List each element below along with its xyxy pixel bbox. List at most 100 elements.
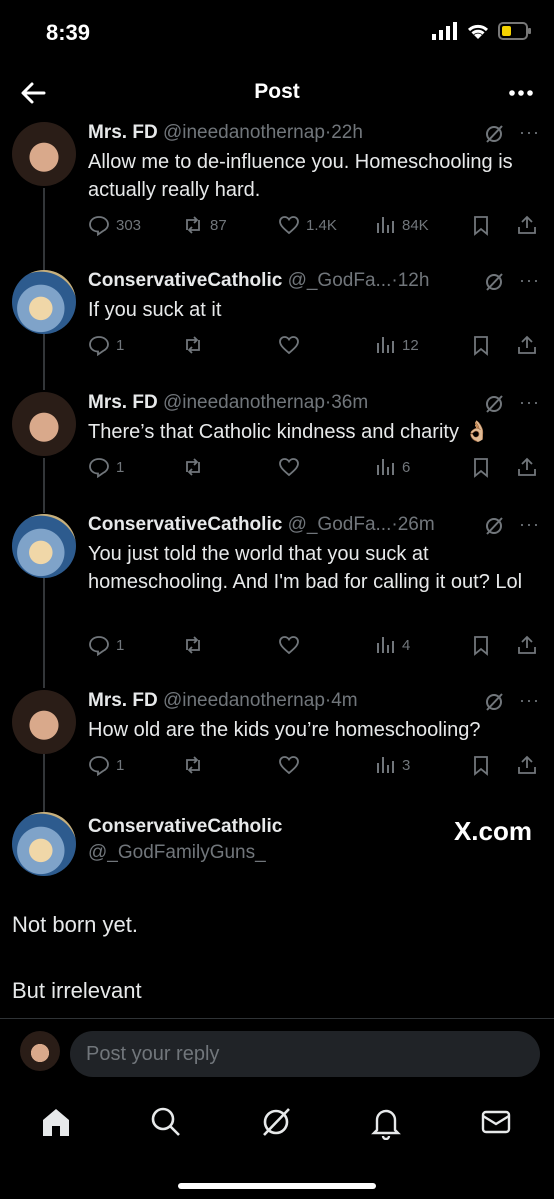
reply-count: 1 bbox=[116, 756, 125, 774]
views-button[interactable]: 3 bbox=[374, 754, 410, 776]
display-name[interactable]: ConservativeCatholic bbox=[88, 270, 282, 291]
share-icon bbox=[518, 755, 536, 774]
timestamp[interactable]: 12h bbox=[398, 270, 430, 291]
heart-icon bbox=[279, 458, 299, 477]
share-button[interactable] bbox=[516, 334, 538, 356]
display-name[interactable]: ConservativeCatholic bbox=[88, 816, 282, 838]
reply-count: 303 bbox=[116, 216, 142, 234]
tweet[interactable]: Mrs. FD @ineedanothernap·22h ··· Allow m… bbox=[0, 118, 554, 258]
bookmark-icon bbox=[474, 636, 488, 656]
timestamp[interactable]: 36m bbox=[331, 392, 368, 413]
tweet-text: If you suck at it bbox=[88, 299, 222, 321]
bookmark-button[interactable] bbox=[470, 634, 492, 656]
avatar[interactable] bbox=[12, 690, 76, 754]
views-button[interactable]: 84K bbox=[374, 214, 429, 236]
tweet-more-icon[interactable]: ··· bbox=[519, 514, 540, 535]
bookmark-button[interactable] bbox=[470, 754, 492, 776]
tweet-more-icon[interactable]: ··· bbox=[519, 690, 540, 711]
tweet-meta: Mrs. FD @ineedanothernap·22h bbox=[88, 122, 363, 144]
tweet-more-icon[interactable]: ··· bbox=[519, 392, 540, 413]
tweet-more-icon[interactable]: ··· bbox=[519, 270, 540, 291]
tweet-text-line: But irrelevant bbox=[12, 978, 142, 1003]
like-button[interactable] bbox=[278, 634, 300, 656]
handle[interactable]: @_GodFa... bbox=[288, 514, 392, 535]
grok-icon[interactable] bbox=[484, 516, 504, 536]
repost-button[interactable] bbox=[182, 634, 204, 656]
reply-button[interactable]: 1 bbox=[88, 334, 124, 356]
tweet-actions: 1 3 bbox=[88, 754, 538, 780]
display-name[interactable]: Mrs. FD bbox=[88, 122, 158, 143]
bookmark-button[interactable] bbox=[470, 456, 492, 478]
handle[interactable]: @ineedanothernap bbox=[163, 122, 325, 143]
tweet[interactable]: ConservativeCatholic @_GodFa...·26m ··· … bbox=[0, 510, 554, 680]
repost-button[interactable] bbox=[182, 456, 204, 478]
messages-icon[interactable] bbox=[478, 1104, 514, 1140]
reply-input[interactable]: Post your reply bbox=[70, 1031, 540, 1077]
notifications-icon[interactable] bbox=[368, 1104, 404, 1140]
views-button[interactable]: 12 bbox=[374, 334, 419, 356]
tweet[interactable]: Mrs. FD @ineedanothernap·36m ··· There’s… bbox=[0, 388, 554, 498]
home-icon[interactable] bbox=[38, 1104, 74, 1140]
repost-button[interactable]: 87 bbox=[182, 214, 227, 236]
grok-icon[interactable] bbox=[484, 394, 504, 414]
reply-button[interactable]: 1 bbox=[88, 754, 124, 776]
tweet-meta: ConservativeCatholic @_GodFa...·12h bbox=[88, 270, 429, 292]
avatar[interactable] bbox=[12, 270, 76, 334]
timestamp[interactable]: 26m bbox=[398, 514, 435, 535]
tweet-more-icon[interactable]: ··· bbox=[519, 122, 540, 143]
share-icon bbox=[518, 335, 536, 354]
tweet[interactable]: ConservativeCatholic @_GodFa...·12h ··· … bbox=[0, 266, 554, 376]
like-button[interactable] bbox=[278, 456, 300, 478]
handle[interactable]: @_GodFa... bbox=[288, 270, 392, 291]
reply-icon bbox=[89, 458, 109, 478]
like-button[interactable] bbox=[278, 754, 300, 776]
avatar[interactable] bbox=[12, 812, 76, 876]
repost-button[interactable] bbox=[182, 754, 204, 776]
share-button[interactable] bbox=[516, 634, 538, 656]
reply-button[interactable]: 303 bbox=[88, 214, 141, 236]
share-button[interactable] bbox=[516, 754, 538, 776]
timestamp[interactable]: 4m bbox=[331, 690, 357, 711]
views-icon bbox=[377, 337, 394, 353]
grok-icon[interactable] bbox=[484, 692, 504, 712]
reply-count: 1 bbox=[116, 458, 125, 476]
grok-icon[interactable] bbox=[484, 124, 504, 144]
share-button[interactable] bbox=[516, 214, 538, 236]
tweet[interactable]: Mrs. FD @ineedanothernap·4m ··· How old … bbox=[0, 686, 554, 796]
bookmark-button[interactable] bbox=[470, 214, 492, 236]
views-icon bbox=[377, 757, 394, 773]
views-button[interactable]: 6 bbox=[374, 456, 410, 478]
reply-button[interactable]: 1 bbox=[88, 634, 124, 656]
views-button[interactable]: 4 bbox=[374, 634, 410, 656]
reply-icon bbox=[89, 756, 109, 776]
tweet-text: You just told the world that you suck at… bbox=[88, 543, 523, 593]
reply-button[interactable]: 1 bbox=[88, 456, 124, 478]
views-count: 84K bbox=[402, 216, 429, 234]
tweet-text-line: Not born yet. bbox=[12, 912, 138, 937]
repost-button[interactable] bbox=[182, 334, 204, 356]
avatar[interactable] bbox=[12, 122, 76, 186]
avatar[interactable] bbox=[12, 392, 76, 456]
handle[interactable]: @ineedanothernap bbox=[163, 392, 325, 413]
display-name[interactable]: ConservativeCatholic bbox=[88, 514, 282, 535]
handle[interactable]: @ineedanothernap bbox=[163, 690, 325, 711]
like-button[interactable]: 1.4K bbox=[278, 214, 337, 236]
x-watermark: X.com bbox=[453, 816, 532, 846]
search-icon[interactable] bbox=[148, 1104, 184, 1140]
ok-hand-emoji: 👌🏼 bbox=[464, 421, 490, 443]
share-button[interactable] bbox=[516, 456, 538, 478]
handle[interactable]: @_GodFamilyGuns_ bbox=[88, 842, 282, 864]
bookmark-button[interactable] bbox=[470, 334, 492, 356]
reply-icon bbox=[89, 216, 109, 236]
grok-icon[interactable] bbox=[258, 1104, 294, 1140]
tweet-actions: 1 4 bbox=[88, 634, 538, 660]
repost-count: 87 bbox=[210, 216, 227, 234]
like-button[interactable] bbox=[278, 334, 300, 356]
more-options-icon[interactable] bbox=[506, 78, 536, 108]
display-name[interactable]: Mrs. FD bbox=[88, 392, 158, 413]
avatar[interactable] bbox=[12, 514, 76, 578]
tweet-actions: 303 87 1.4K 84K bbox=[88, 214, 538, 240]
display-name[interactable]: Mrs. FD bbox=[88, 690, 158, 711]
timestamp[interactable]: 22h bbox=[331, 122, 363, 143]
grok-icon[interactable] bbox=[484, 272, 504, 292]
